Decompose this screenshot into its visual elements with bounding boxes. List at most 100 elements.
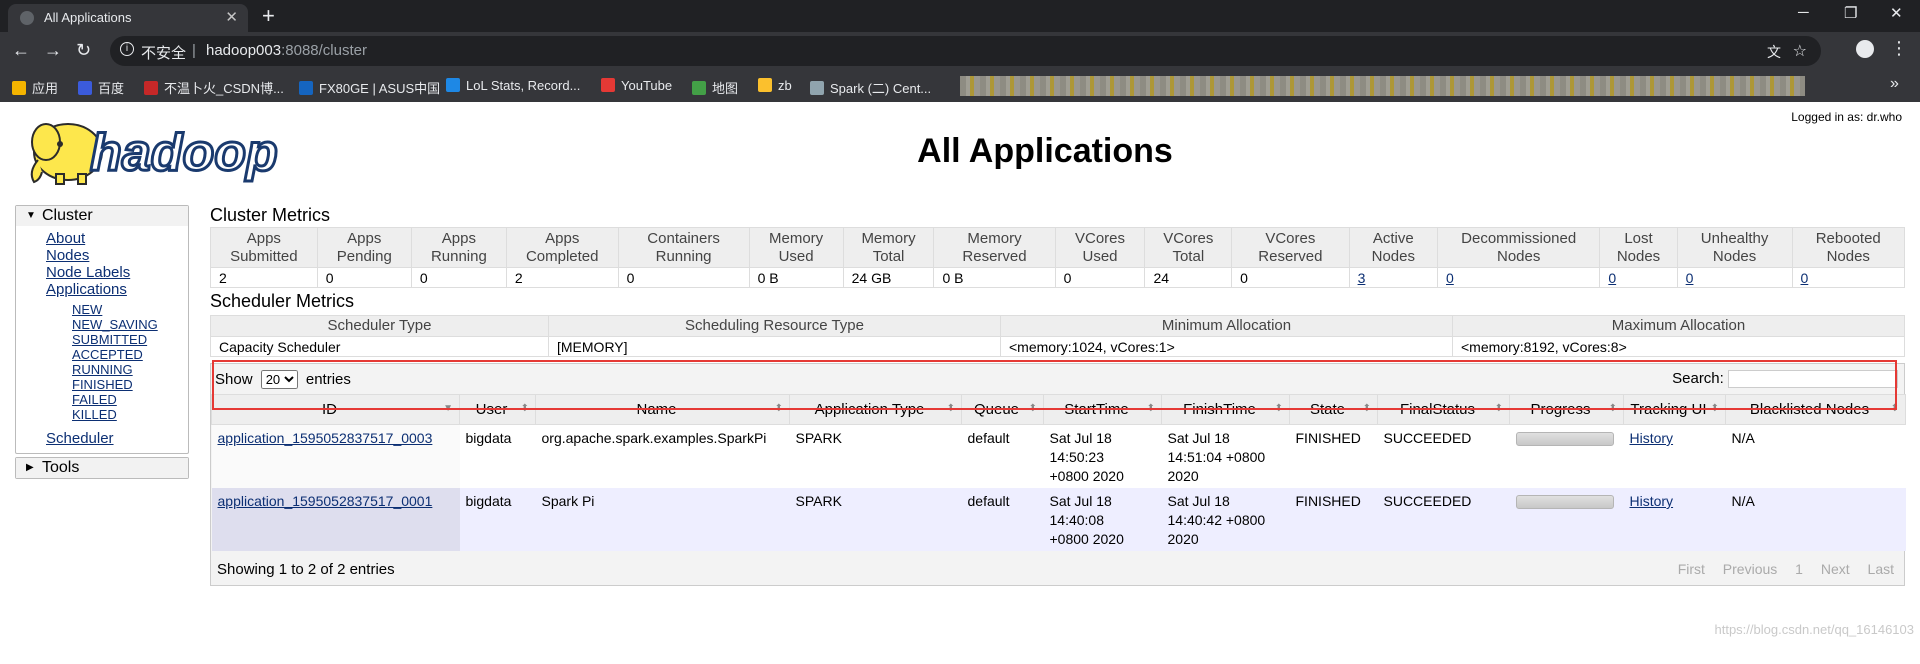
spark-icon (810, 81, 824, 95)
column-header-starttime[interactable]: StartTime ⬍ (1043, 394, 1162, 425)
watermark: https://blog.csdn.net/qq_16146103 (1714, 622, 1915, 637)
new-tab-button[interactable]: + (262, 4, 275, 28)
scheduler-value: [MEMORY] (548, 336, 1001, 357)
table-row: application_1595052837517_0001 bigdata S… (211, 488, 1906, 551)
sidebar-link-about[interactable]: About (46, 230, 188, 247)
folder-icon (758, 78, 772, 92)
triangle-down-icon: ▼ (26, 210, 36, 221)
reload-icon[interactable]: ↻ (76, 40, 91, 61)
lost-nodes-link[interactable]: 0 (1608, 270, 1616, 286)
state-link-killed[interactable]: KILLED (46, 407, 188, 422)
column-header-application-type[interactable]: Application Type ⬍ (789, 394, 962, 425)
rebooted-nodes-link[interactable]: 0 (1801, 270, 1809, 286)
column-header-tracking-ui[interactable]: Tracking UI ⬍ (1623, 394, 1726, 425)
bookmark-asus[interactable]: FX80GE | ASUS中国 (299, 78, 440, 97)
blurred-bookmarks (960, 76, 1805, 96)
column-header-state[interactable]: State ⬍ (1289, 394, 1378, 425)
column-header-queue[interactable]: Queue ⬍ (961, 394, 1044, 425)
restore-icon[interactable]: ❐ (1844, 4, 1857, 22)
cell-finishtime: Sat Jul 18 14:51:04 +0800 2020 (1161, 424, 1290, 488)
state-link-new[interactable]: NEW (46, 302, 188, 317)
bookmarks-more-icon[interactable]: » (1890, 75, 1899, 93)
sidebar-link-applications[interactable]: Applications (46, 281, 188, 298)
url-host: hadoop003 (206, 42, 282, 59)
decommissioned-nodes-link[interactable]: 0 (1446, 270, 1454, 286)
forward-arrow-icon[interactable]: → (44, 40, 62, 61)
bookmark-apps[interactable]: 应用 (12, 78, 58, 97)
metric-header: Apps Completed (505, 227, 619, 268)
sidebar-link-nodes[interactable]: Nodes (46, 247, 188, 264)
column-header-finishtime[interactable]: FinishTime ⬍ (1161, 394, 1290, 425)
pager-page-1[interactable]: 1 (1795, 561, 1803, 577)
metric-header: Memory Total (842, 227, 935, 268)
column-header-progress[interactable]: Progress ⬍ (1509, 394, 1624, 425)
browser-menu-icon[interactable]: ⋮ (1890, 38, 1908, 59)
sort-icon: ⬍ (1890, 403, 1899, 414)
window-close-icon[interactable]: ✕ (1890, 4, 1903, 22)
page-size-control: Show 20 entries (215, 370, 351, 389)
progress-bar (1515, 495, 1614, 509)
site-info-icon[interactable]: i (120, 42, 134, 56)
bookmark-star-icon[interactable]: ☆ (1793, 41, 1807, 61)
cell-blacklisted: N/A (1725, 488, 1906, 551)
application-id-link[interactable]: application_1595052837517_0003 (218, 430, 433, 446)
scheduler-value: Capacity Scheduler (210, 336, 549, 357)
state-link-finished[interactable]: FINISHED (46, 377, 188, 392)
bookmark-folder-zb[interactable]: zb (758, 78, 792, 93)
bookmark-youtube[interactable]: YouTube (601, 78, 672, 93)
bookmark-csdn[interactable]: 不温卜火_CSDN博... (144, 78, 284, 97)
bookmark-lol-stats[interactable]: LoL Stats, Record... (446, 78, 580, 93)
bookmark-spark[interactable]: Spark (二) Cent... (810, 78, 931, 97)
applications-table: ID ▼ User ⬍ Name ⬍ Application Type ⬍ Queue ⬍… (211, 394, 1906, 551)
history-link[interactable]: History (1630, 430, 1674, 446)
sidebar-link-node-labels[interactable]: Node Labels (46, 264, 188, 281)
tools-panel-header[interactable]: ▶ Tools (16, 458, 188, 478)
scheduler-metrics-table: Scheduler Type Scheduling Resource Type … (210, 315, 1905, 357)
progress-bar (1515, 432, 1614, 446)
bookmark-label: LoL Stats, Record... (466, 78, 581, 93)
back-arrow-icon[interactable]: ← (12, 40, 30, 61)
column-header-id[interactable]: ID ▼ (211, 394, 460, 425)
tools-label: Tools (42, 459, 80, 476)
tab-close-icon[interactable]: ✕ (225, 8, 238, 26)
pager-last[interactable]: Last (1868, 561, 1894, 577)
pager-previous[interactable]: Previous (1723, 561, 1777, 577)
minimize-icon[interactable]: ─ (1798, 4, 1809, 21)
cluster-label: Cluster (42, 207, 93, 224)
bookmark-baidu[interactable]: 百度 (78, 78, 124, 97)
page-size-select[interactable]: 20 (260, 370, 298, 389)
application-id-link[interactable]: application_1595052837517_0001 (218, 493, 433, 509)
bookmark-maps[interactable]: 地图 (692, 78, 738, 97)
active-nodes-link[interactable]: 3 (1358, 270, 1366, 286)
profile-avatar-icon[interactable] (1856, 40, 1874, 58)
table-row: application_1595052837517_0003 bigdata o… (211, 424, 1906, 488)
state-link-accepted[interactable]: ACCEPTED (46, 347, 188, 362)
state-link-submitted[interactable]: SUBMITTED (46, 332, 188, 347)
metric-header: Active Nodes (1348, 227, 1439, 268)
address-bar[interactable]: i 不安全 | hadoop003:8088/cluster 文 ☆ (110, 36, 1821, 66)
browser-tab[interactable]: All Applications ✕ (8, 4, 248, 32)
metric-value: 24 (1144, 267, 1233, 288)
column-header-name[interactable]: Name ⬍ (535, 394, 790, 425)
header-label: FinalStatus (1399, 401, 1476, 418)
column-header-blacklisted-nodes[interactable]: Blacklisted Nodes ⬍ (1725, 394, 1906, 425)
unhealthy-nodes-link[interactable]: 0 (1686, 270, 1694, 286)
cell-name: org.apache.spark.examples.SparkPi (535, 424, 790, 488)
url-path: :8088/cluster (281, 42, 367, 59)
metric-value: 2 (210, 267, 318, 288)
insecure-label: 不安全 (141, 45, 187, 62)
show-label: Show (215, 371, 253, 388)
state-link-new-saving[interactable]: NEW_SAVING (46, 317, 188, 332)
search-input[interactable] (1728, 370, 1898, 389)
bookmark-label: Spark (二) Cent... (830, 81, 932, 96)
pager-next[interactable]: Next (1821, 561, 1850, 577)
history-link[interactable]: History (1630, 493, 1674, 509)
cluster-panel-header[interactable]: ▼ Cluster (16, 206, 188, 226)
column-header-finalstatus[interactable]: FinalStatus ⬍ (1377, 394, 1510, 425)
pager-first[interactable]: First (1678, 561, 1705, 577)
state-link-failed[interactable]: FAILED (46, 392, 188, 407)
translate-icon[interactable]: 文 (1767, 42, 1781, 62)
sidebar-link-scheduler[interactable]: Scheduler (46, 430, 188, 447)
column-header-user[interactable]: User ⬍ (459, 394, 536, 425)
state-link-running[interactable]: RUNNING (46, 362, 188, 377)
